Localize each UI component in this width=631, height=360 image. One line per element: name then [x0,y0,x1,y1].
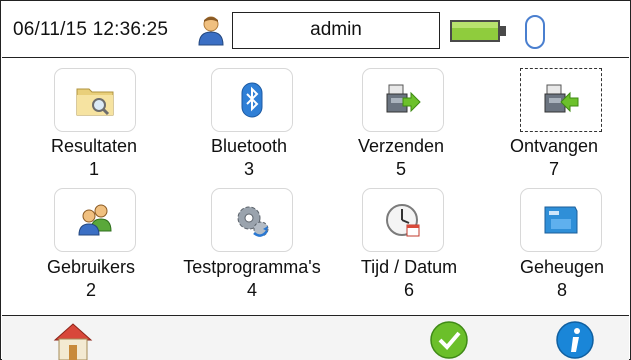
device-screen: 06/11/15 12:36:25 admin Resultaten 1 Blu… [0,0,631,360]
geheugen-button[interactable] [520,188,602,252]
menu-shortcut: 6 [403,280,415,300]
menu-shortcut: 7 [548,159,560,179]
testprogrammas-button[interactable] [211,188,293,252]
menu-label: Gebruikers [46,257,136,277]
send-to-printer-icon [386,84,421,113]
folder-search-icon [76,88,114,116]
ontvangen-button[interactable] [520,68,602,132]
gears-icon [237,206,269,237]
menu-label: Testprogramma's [183,257,321,277]
menu-shortcut: 1 [88,159,100,179]
bluetooth-button[interactable] [211,68,293,132]
tijd-datum-button[interactable] [362,188,444,252]
menu-shortcut: 3 [243,159,255,179]
usb-icon [525,15,545,49]
bluetooth-icon [241,82,263,118]
datetime-display: 06/11/15 12:36:25 [13,19,169,40]
menu-label: Resultaten [50,136,138,156]
menu-label: Bluetooth [210,136,288,156]
microsd-card-icon [544,206,578,234]
receive-from-device-icon [544,84,579,113]
clock-calendar-icon [386,204,420,237]
menu-label: Ontvangen [509,136,599,156]
menu-shortcut: 4 [246,280,258,300]
verzenden-button[interactable] [362,68,444,132]
user-field[interactable]: admin [232,12,440,49]
user-icon [198,16,224,46]
info-icon[interactable] [555,320,595,360]
menu-shortcut: 5 [395,159,407,179]
status-bar: 06/11/15 12:36:25 admin [2,2,629,58]
gebruikers-button[interactable] [54,188,136,252]
resultaten-button[interactable] [54,68,136,132]
home-icon[interactable] [51,320,95,360]
menu-shortcut: 2 [85,280,97,300]
confirm-check-icon[interactable] [429,320,469,360]
battery-full-icon [450,20,506,42]
users-icon [78,204,112,236]
menu-label: Verzenden [357,136,445,156]
menu-label: Tijd / Datum [360,257,458,277]
menu-label: Geheugen [519,257,605,277]
bottom-bar [2,315,629,360]
menu-shortcut: 8 [556,280,568,300]
